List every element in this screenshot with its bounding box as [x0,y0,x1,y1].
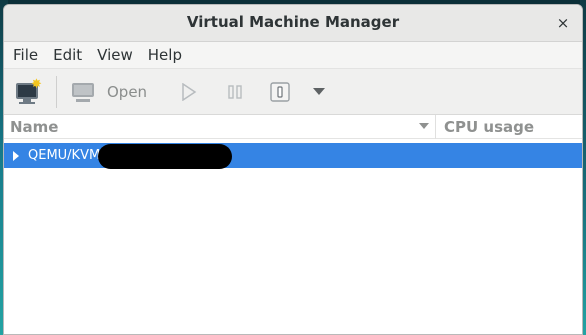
window-title: Virtual Machine Manager [186,13,400,31]
menu-view[interactable]: View [94,46,141,64]
chevron-down-icon [313,87,326,95]
sort-arrow-icon [419,122,429,129]
run-button[interactable] [181,82,197,101]
title-bar[interactable]: Virtual Machine Manager × [4,5,582,42]
toolbar: ✸ Open [4,69,582,115]
menu-help[interactable]: Help [145,46,190,64]
column-header-name[interactable]: Name [4,114,436,139]
new-vm-button[interactable]: ✸ [14,75,44,109]
pause-icon [228,84,242,99]
monitor-icon [71,81,97,103]
menu-file[interactable]: File [10,46,46,64]
menu-bar: File Edit View Help [4,42,582,69]
toolbar-separator [56,75,57,108]
list-item[interactable]: QEMU/KVM [4,143,582,169]
list-header: Name CPU usage [4,114,582,139]
open-button-label: Open [107,82,148,101]
expander-right-icon[interactable] [12,150,20,161]
connection-label: QEMU/KVM [28,148,101,163]
pause-button[interactable] [227,75,243,109]
shutdown-menu-button[interactable] [313,75,326,109]
shutdown-button[interactable] [269,75,291,109]
menu-edit[interactable]: Edit [50,46,90,64]
open-button[interactable]: Open [71,75,147,109]
vmm-window: Virtual Machine Manager × File Edit View… [3,4,583,335]
play-icon [182,82,197,101]
column-name-label: Name [10,117,59,136]
power-icon [270,81,290,102]
redaction-mark [98,144,232,169]
new-vm-icon: ✸ [14,77,44,105]
close-button[interactable]: × [552,12,574,34]
column-header-cpu-usage[interactable]: CPU usage [436,118,534,136]
